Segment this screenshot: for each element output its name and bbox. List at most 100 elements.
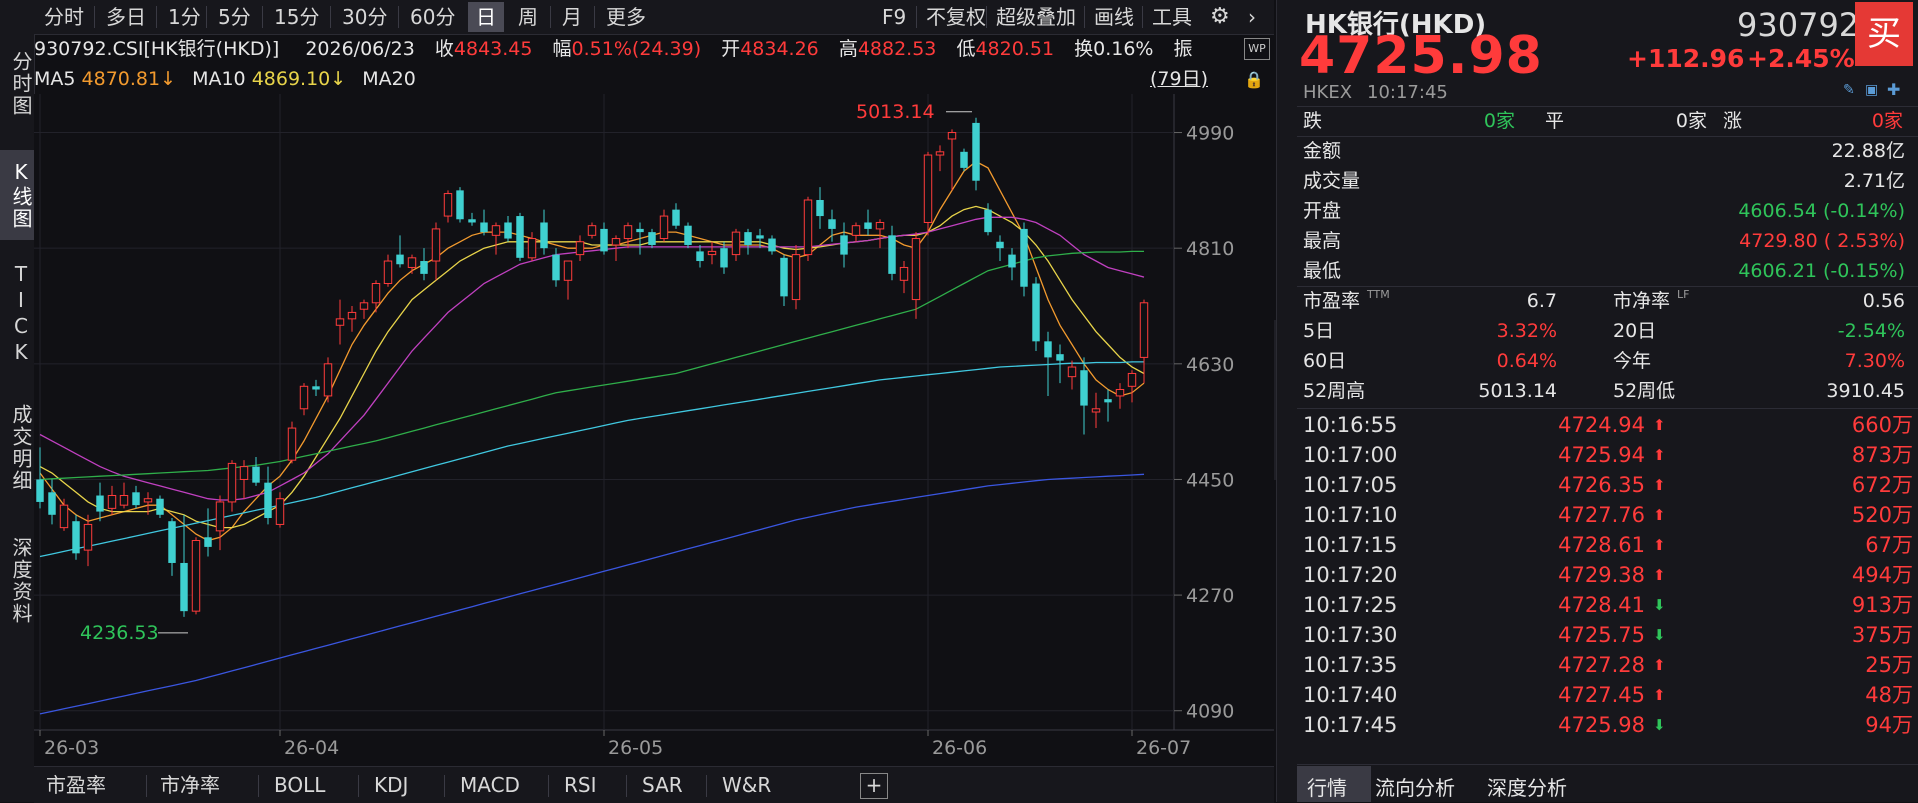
- candle-body: [540, 222, 548, 249]
- instrument-code: 930792.CSI[HK银行(HKD)]: [34, 38, 280, 60]
- amplitude-label: 振: [1173, 38, 1193, 60]
- tick-row: 10:17:25 4728.41 ⬇ 913万: [1303, 590, 1913, 620]
- add-indicator-button[interactable]: +: [860, 773, 888, 799]
- period-30min[interactable]: 30分: [334, 2, 395, 32]
- wp-icon[interactable]: WP: [1244, 38, 1270, 60]
- period-5min[interactable]: 5分: [210, 2, 259, 32]
- stat-row: 最高 4729.80 ( 2.53%): [1277, 226, 1918, 256]
- ma10-value: 4869.10↓: [251, 68, 347, 90]
- indicator-sar[interactable]: SAR: [642, 767, 683, 803]
- buy-button[interactable]: 买: [1855, 2, 1913, 66]
- no-adjust-button[interactable]: 不复权: [918, 2, 994, 32]
- candle-body: [1104, 399, 1112, 403]
- tab-trade-detail[interactable]: 成交明细: [0, 390, 34, 506]
- high52-value: 5013.14: [1478, 380, 1557, 402]
- stat-label: 最低: [1303, 260, 1342, 282]
- tab-kline[interactable]: K线图: [0, 150, 34, 240]
- tick-volume: 25万: [1865, 653, 1913, 677]
- candle-body: [480, 222, 488, 233]
- candle-body: [1056, 354, 1064, 361]
- window-icon[interactable]: ▣: [1865, 82, 1878, 98]
- tab-flow-analysis[interactable]: 流向分析: [1375, 772, 1455, 801]
- candle-body: [323, 363, 333, 397]
- candle-body: [1044, 341, 1052, 358]
- candle-body: [1008, 254, 1016, 268]
- price-change-pct: +2.45%: [1747, 44, 1855, 73]
- edit-icon[interactable]: ✎: [1843, 82, 1855, 98]
- kline-chart[interactable]: 4990 4810 4630 4450 4270 4090 26-03 26-04 26-05 2…: [34, 94, 1274, 766]
- candle-body: [396, 254, 404, 265]
- indicator-wr[interactable]: W&R: [722, 767, 771, 803]
- period-more[interactable]: 更多: [598, 2, 654, 32]
- indicator-boll[interactable]: BOLL: [274, 767, 325, 803]
- x-tick-label: 26-05: [608, 737, 663, 759]
- arrow-down-icon: ⬇: [1653, 716, 1666, 734]
- tick-price: 4725.94: [1558, 443, 1645, 467]
- indicator-macd[interactable]: MACD: [460, 767, 520, 803]
- candle-body: [600, 228, 608, 252]
- indicator-pe[interactable]: 市盈率: [46, 767, 106, 803]
- lock-icon[interactable]: 🔒: [1244, 70, 1264, 89]
- tick-time: 10:17:20: [1303, 563, 1398, 587]
- y-tick-label: 4270: [1186, 585, 1234, 607]
- candle-body: [684, 225, 692, 245]
- candle-body: [996, 241, 1004, 249]
- ma10-label: MA10: [192, 68, 246, 90]
- candle-body: [516, 216, 524, 258]
- period-timeshare[interactable]: 分时: [36, 2, 92, 32]
- pe-sup: TTM: [1367, 288, 1390, 301]
- candle-body: [623, 225, 633, 240]
- period-15min[interactable]: 15分: [266, 2, 327, 32]
- candle-body: [456, 190, 464, 220]
- period-day[interactable]: 日: [468, 2, 504, 32]
- tick-row: 10:17:40 4727.45 ⬆ 48万: [1303, 680, 1913, 710]
- stat-label: 成交量: [1303, 170, 1361, 192]
- candle-body: [707, 250, 717, 256]
- change-value: 0.51%(24.39): [571, 38, 702, 60]
- candle-body: [552, 254, 560, 281]
- low52-value: 3910.45: [1826, 380, 1905, 402]
- period-1min[interactable]: 1分: [160, 2, 209, 32]
- turnover-label: 换: [1074, 38, 1094, 60]
- gear-icon[interactable]: ⚙: [1202, 2, 1238, 32]
- candle-body: [143, 498, 153, 503]
- tab-quote[interactable]: 行情: [1307, 772, 1347, 801]
- f9-button[interactable]: F9: [874, 2, 914, 32]
- tab-tick[interactable]: TICK: [0, 258, 34, 370]
- candle-body: [720, 248, 728, 268]
- chevron-right-icon[interactable]: ›: [1240, 2, 1264, 32]
- candle-body: [672, 209, 680, 226]
- tick-time: 10:17:00: [1303, 443, 1398, 467]
- period-multiday[interactable]: 多日: [98, 2, 154, 32]
- tools-button[interactable]: 工具: [1144, 2, 1200, 32]
- stat-label: 最高: [1303, 230, 1342, 252]
- arrow-up-icon: ⬆: [1653, 446, 1666, 464]
- candle-body: [204, 537, 212, 547]
- candle-body: [744, 232, 752, 245]
- high-value: 4882.53: [857, 38, 937, 60]
- range-days[interactable]: (79日): [1150, 64, 1208, 94]
- indicator-rsi[interactable]: RSI: [564, 767, 597, 803]
- tab-timeshare[interactable]: 分时图: [0, 40, 34, 128]
- period-month[interactable]: 月: [554, 2, 590, 32]
- indicator-kdj[interactable]: KDJ: [374, 767, 408, 803]
- period-week[interactable]: 周: [510, 2, 546, 32]
- max-annotation: 5013.14: [856, 101, 935, 123]
- tick-time: 10:17:15: [1303, 533, 1398, 557]
- add-icon[interactable]: ✚: [1887, 80, 1900, 99]
- tick-time: 10:16:55: [1303, 413, 1398, 437]
- candle-body: [36, 479, 44, 502]
- tab-depth-info[interactable]: 深度资料: [0, 524, 34, 638]
- stat-label: 开盘: [1303, 200, 1342, 222]
- tick-volume: 494万: [1851, 563, 1913, 587]
- period-60min[interactable]: 60分: [402, 2, 463, 32]
- tick-price: 4728.41: [1558, 593, 1645, 617]
- candle-body: [947, 132, 957, 140]
- candle-body: [563, 260, 573, 281]
- tab-depth-analysis[interactable]: 深度分析: [1487, 772, 1567, 801]
- arrow-up-icon: ⬆: [1653, 506, 1666, 524]
- overlay-button[interactable]: 超级叠加: [988, 2, 1084, 32]
- draw-line-button[interactable]: 画线: [1086, 2, 1142, 32]
- indicator-pb[interactable]: 市净率: [160, 767, 220, 803]
- close-label: 收: [434, 38, 454, 60]
